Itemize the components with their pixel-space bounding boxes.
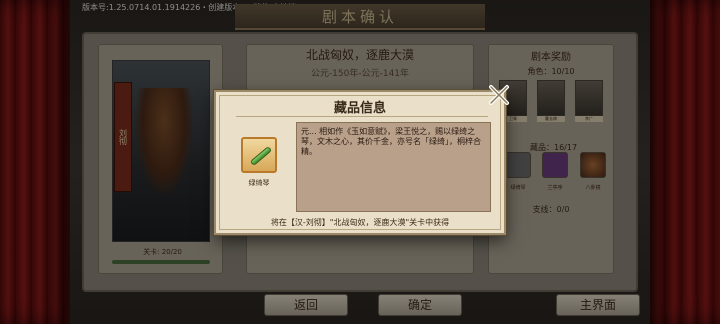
item-description-box: 元... 相如作《玉如意赋》，梁王悦之，赐以绿绮之琴，文木之心，其价千金，亦号名…	[296, 122, 491, 212]
item-name: 绿绮琴	[248, 179, 270, 187]
item-slot	[241, 137, 277, 173]
item-description: 元... 相如作《玉如意赋》，梁王悦之，赐以绿绮之琴，文木之心，其价千金，亦号名…	[301, 127, 481, 156]
close-icon[interactable]	[486, 82, 512, 108]
jade-flute-icon	[249, 145, 273, 167]
dialog-title: 藏品信息	[333, 101, 386, 116]
item-info-dialog: 藏品信息 绿绮琴 元... 相如作《玉如意赋》，梁王悦之，赐以绿绮之琴，文木之心…	[214, 90, 506, 235]
game-scene: 版本号:1.25.0714.01.1914226・创建版本:0, 档位:本地档3…	[0, 0, 720, 324]
item-source: 将在【汉-刘彻】"北战匈奴，逐鹿大漠"关卡中获得	[270, 218, 450, 227]
title-divider	[236, 116, 488, 117]
